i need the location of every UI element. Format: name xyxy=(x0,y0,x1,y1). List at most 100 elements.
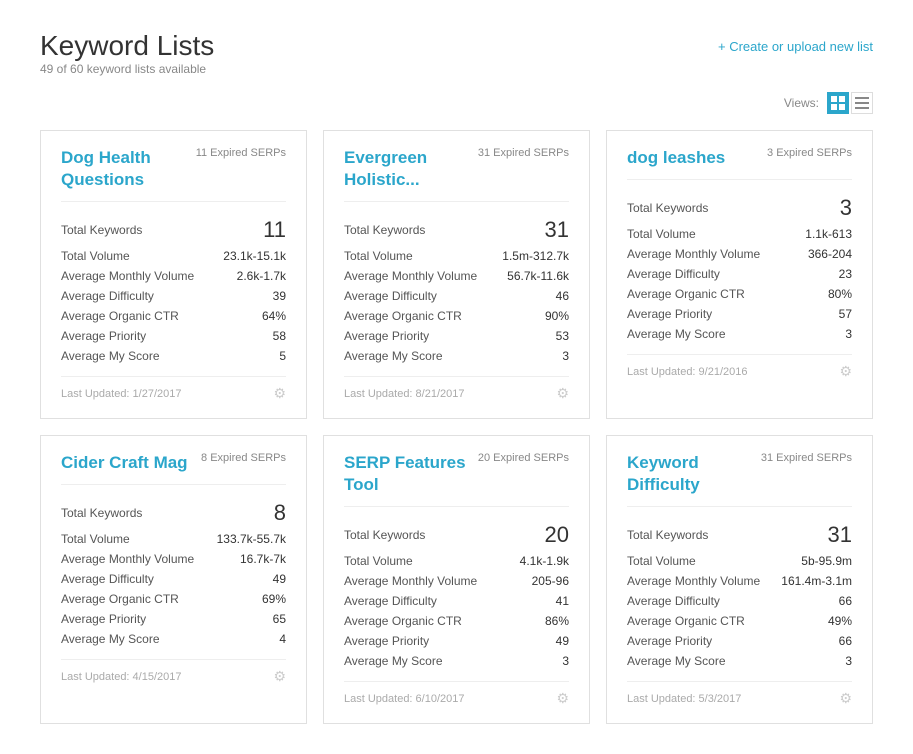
keyword-list-card-dog-leashes: dog leashes 3 Expired SERPs Total Keywor… xyxy=(606,130,873,419)
last-updated: Last Updated: 1/27/2017 xyxy=(61,388,181,400)
avg-monthly-row: Average Monthly Volume 366-204 xyxy=(627,244,852,264)
avg-score-label: Average My Score xyxy=(61,632,160,646)
expired-badge: 20 Expired SERPs xyxy=(478,452,569,464)
avg-ctr-value: 86% xyxy=(545,614,569,628)
card-title[interactable]: Evergreen Holistic... xyxy=(344,147,478,191)
expired-badge: 31 Expired SERPs xyxy=(761,452,852,464)
avg-difficulty-row: Average Difficulty 46 xyxy=(344,286,569,306)
avg-difficulty-value: 41 xyxy=(556,594,569,608)
card-footer: Last Updated: 6/10/2017 ⚙ xyxy=(344,681,569,707)
avg-priority-value: 53 xyxy=(556,329,569,343)
card-header: Evergreen Holistic... 31 Expired SERPs xyxy=(344,147,569,202)
avg-difficulty-row: Average Difficulty 41 xyxy=(344,591,569,611)
total-keywords-row: Total Keywords 31 xyxy=(344,214,569,246)
keyword-list-card-keyword-difficulty: Keyword Difficulty 31 Expired SERPs Tota… xyxy=(606,435,873,724)
keyword-list-card-evergreen-holistic: Evergreen Holistic... 31 Expired SERPs T… xyxy=(323,130,590,419)
gear-icon[interactable]: ⚙ xyxy=(556,385,569,402)
avg-difficulty-value: 39 xyxy=(273,289,286,303)
avg-ctr-row: Average Organic CTR 90% xyxy=(344,306,569,326)
avg-monthly-label: Average Monthly Volume xyxy=(344,269,477,283)
avg-score-row: Average My Score 5 xyxy=(61,346,286,366)
avg-ctr-row: Average Organic CTR 86% xyxy=(344,611,569,631)
avg-monthly-value: 161.4m-3.1m xyxy=(781,574,852,588)
gear-icon[interactable]: ⚙ xyxy=(273,385,286,402)
avg-difficulty-label: Average Difficulty xyxy=(627,267,720,281)
avg-score-row: Average My Score 3 xyxy=(344,346,569,366)
avg-priority-label: Average Priority xyxy=(344,329,429,343)
total-volume-value: 1.5m-312.7k xyxy=(502,249,569,263)
card-title[interactable]: dog leashes xyxy=(627,147,725,169)
card-title[interactable]: Keyword Difficulty xyxy=(627,452,761,496)
total-volume-value: 1.1k-613 xyxy=(805,227,852,241)
avg-monthly-row: Average Monthly Volume 2.6k-1.7k xyxy=(61,266,286,286)
total-keywords-row: Total Keywords 3 xyxy=(627,192,852,224)
avg-monthly-label: Average Monthly Volume xyxy=(61,269,194,283)
total-volume-label: Total Volume xyxy=(344,249,413,263)
total-volume-row: Total Volume 5b-95.9m xyxy=(627,551,852,571)
avg-score-value: 3 xyxy=(845,654,852,668)
avg-monthly-label: Average Monthly Volume xyxy=(627,247,760,261)
total-keywords-label: Total Keywords xyxy=(627,528,708,542)
avg-ctr-label: Average Organic CTR xyxy=(627,614,745,628)
avg-ctr-value: 80% xyxy=(828,287,852,301)
avg-difficulty-row: Average Difficulty 66 xyxy=(627,591,852,611)
expired-badge: 3 Expired SERPs xyxy=(767,147,852,159)
avg-priority-value: 49 xyxy=(556,634,569,648)
total-volume-label: Total Volume xyxy=(61,532,130,546)
gear-icon[interactable]: ⚙ xyxy=(839,363,852,380)
total-volume-value: 23.1k-15.1k xyxy=(223,249,286,263)
avg-priority-value: 58 xyxy=(273,329,286,343)
total-volume-row: Total Volume 1.5m-312.7k xyxy=(344,246,569,266)
total-keywords-value: 8 xyxy=(274,500,286,526)
total-keywords-value: 11 xyxy=(263,217,286,243)
avg-score-row: Average My Score 3 xyxy=(627,651,852,671)
avg-difficulty-row: Average Difficulty 23 xyxy=(627,264,852,284)
card-title[interactable]: SERP Features Tool xyxy=(344,452,478,496)
views-label: Views: xyxy=(784,96,819,110)
grid-view-icon[interactable] xyxy=(827,92,849,114)
avg-monthly-value: 366-204 xyxy=(808,247,852,261)
keyword-list-card-dog-health-questions: Dog Health Questions 11 Expired SERPs To… xyxy=(40,130,307,419)
avg-priority-row: Average Priority 65 xyxy=(61,609,286,629)
keyword-list-card-cider-craft-mag: Cider Craft Mag 8 Expired SERPs Total Ke… xyxy=(40,435,307,724)
card-title[interactable]: Dog Health Questions xyxy=(61,147,196,191)
avg-ctr-value: 64% xyxy=(262,309,286,323)
avg-difficulty-value: 23 xyxy=(839,267,852,281)
total-keywords-label: Total Keywords xyxy=(61,506,142,520)
gear-icon[interactable]: ⚙ xyxy=(273,668,286,685)
avg-ctr-value: 49% xyxy=(828,614,852,628)
total-keywords-label: Total Keywords xyxy=(344,223,425,237)
total-keywords-row: Total Keywords 20 xyxy=(344,519,569,551)
avg-monthly-value: 56.7k-11.6k xyxy=(507,269,569,283)
total-volume-label: Total Volume xyxy=(627,554,696,568)
expired-badge: 8 Expired SERPs xyxy=(201,452,286,464)
total-keywords-label: Total Keywords xyxy=(344,528,425,542)
avg-monthly-value: 16.7k-7k xyxy=(240,552,286,566)
avg-score-value: 4 xyxy=(279,632,286,646)
avg-score-value: 5 xyxy=(279,349,286,363)
avg-monthly-row: Average Monthly Volume 161.4m-3.1m xyxy=(627,571,852,591)
avg-priority-row: Average Priority 53 xyxy=(344,326,569,346)
avg-monthly-value: 2.6k-1.7k xyxy=(237,269,286,283)
total-keywords-row: Total Keywords 11 xyxy=(61,214,286,246)
total-keywords-label: Total Keywords xyxy=(61,223,142,237)
card-title[interactable]: Cider Craft Mag xyxy=(61,452,188,474)
avg-ctr-row: Average Organic CTR 69% xyxy=(61,589,286,609)
total-keywords-value: 3 xyxy=(840,195,852,221)
gear-icon[interactable]: ⚙ xyxy=(839,690,852,707)
avg-difficulty-label: Average Difficulty xyxy=(627,594,720,608)
list-view-icon[interactable] xyxy=(851,92,873,114)
total-keywords-value: 31 xyxy=(828,522,852,548)
last-updated: Last Updated: 4/15/2017 xyxy=(61,671,181,683)
avg-difficulty-value: 66 xyxy=(839,594,852,608)
gear-icon[interactable]: ⚙ xyxy=(556,690,569,707)
subtitle: 49 of 60 keyword lists available xyxy=(40,62,873,76)
avg-ctr-value: 90% xyxy=(545,309,569,323)
avg-difficulty-row: Average Difficulty 49 xyxy=(61,569,286,589)
total-volume-row: Total Volume 1.1k-613 xyxy=(627,224,852,244)
total-volume-row: Total Volume 4.1k-1.9k xyxy=(344,551,569,571)
avg-score-label: Average My Score xyxy=(627,654,726,668)
expired-badge: 31 Expired SERPs xyxy=(478,147,569,159)
total-volume-value: 4.1k-1.9k xyxy=(520,554,569,568)
create-link[interactable]: + Create or upload new list xyxy=(718,39,873,54)
